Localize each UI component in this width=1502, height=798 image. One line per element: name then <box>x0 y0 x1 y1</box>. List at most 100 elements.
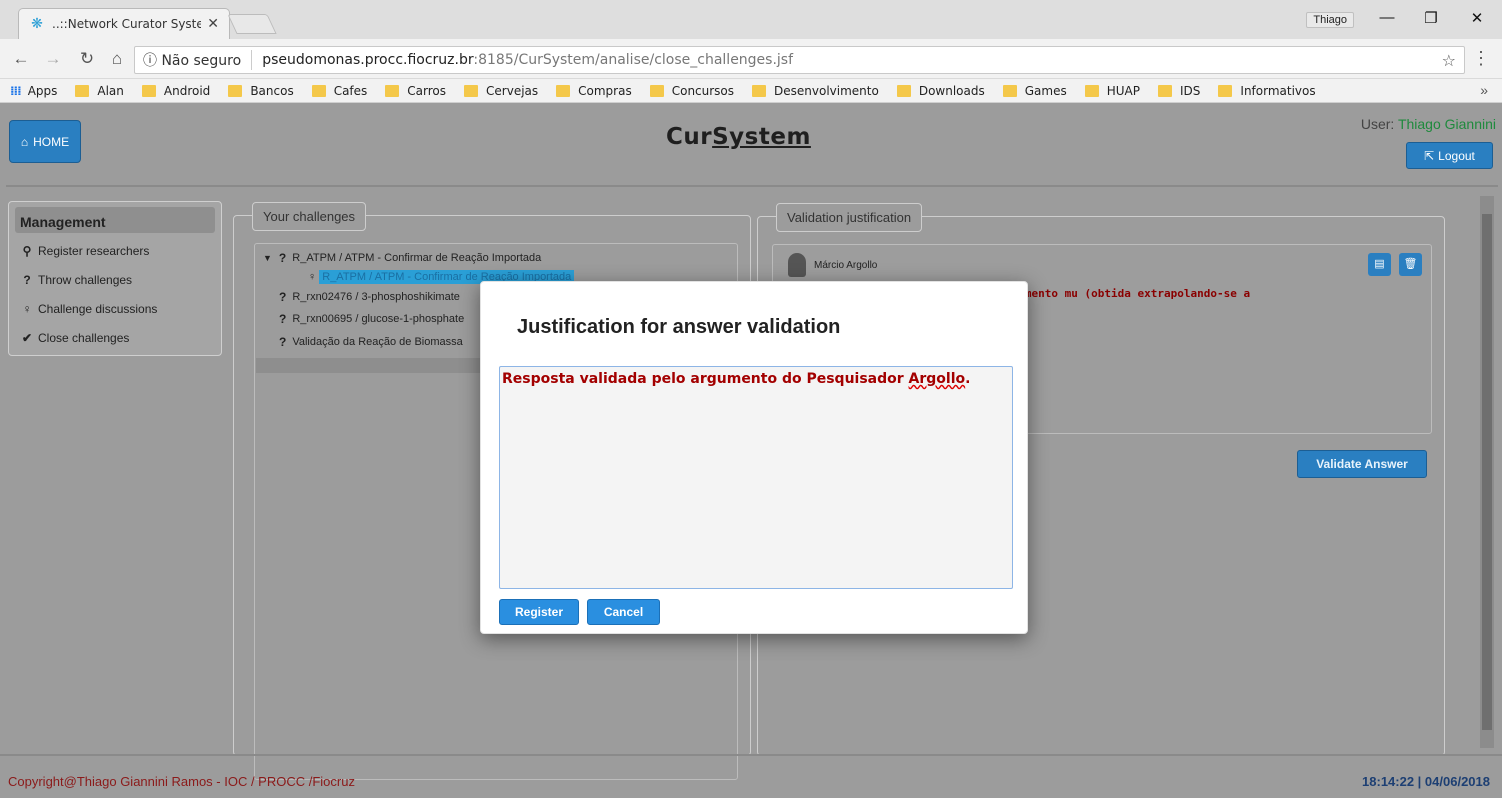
address-bar[interactable]: ⓘ Não seguro pseudomonas.procc.fiocruz.b… <box>134 46 1465 74</box>
expand-triangle-icon[interactable]: ▼ <box>263 253 272 263</box>
bookmark-label: Cervejas <box>486 83 539 98</box>
bookmark-folder[interactable]: Downloads <box>896 84 985 98</box>
bookmark-apps[interactable]: ⁞⁞⁞ Apps <box>10 84 57 98</box>
avatar <box>788 253 806 277</box>
author-name: Márcio Argollo <box>814 259 878 271</box>
tree-node[interactable]: ▼? R_ATPM / ATPM - Confirmar de Reação Im… <box>263 251 541 265</box>
user-prefix: User: <box>1360 116 1398 132</box>
tree-node-label: R_rxn00695 / glucose-1-phosphate <box>292 313 465 325</box>
comment-icon[interactable]: ▤ <box>1368 253 1391 276</box>
bookmark-label: Carros <box>407 83 447 98</box>
bookmark-folder[interactable]: Carros <box>385 84 446 98</box>
house-icon: ⌂ <box>20 134 29 149</box>
apps-grid-icon: ⁞⁞⁞ <box>10 83 22 98</box>
sidebar-item-challenge-discussions[interactable]: ♀ Challenge discussions <box>9 291 221 320</box>
folder-icon <box>1002 84 1017 97</box>
validate-answer-button[interactable]: Validate Answer <box>1297 450 1427 478</box>
browser-tab-bar: ❋ ..::Network Curator Syster ✕ Thiago — … <box>0 0 1502 39</box>
browser-tab[interactable]: ❋ ..::Network Curator Syster ✕ <box>18 8 230 39</box>
sidebar-item-close-challenges[interactable]: ✔ Close challenges <box>9 320 221 349</box>
tree-node[interactable]: ? R_rxn00695 / glucose-1-phosphate <box>279 312 464 326</box>
question-icon: ? <box>279 290 287 304</box>
bookmark-label: Compras <box>578 83 632 98</box>
bookmark-folder[interactable]: Cafes <box>311 83 368 98</box>
bookmark-folder[interactable]: Concursos <box>649 84 734 98</box>
folder-icon <box>1084 84 1099 97</box>
bookmark-folder[interactable]: HUAP <box>1084 84 1140 98</box>
sidebar-item-label: Challenge discussions <box>38 301 158 316</box>
sidebar-item-throw-challenges[interactable]: ? Throw challenges <box>9 262 221 291</box>
new-tab-button[interactable] <box>227 14 277 34</box>
url-text[interactable]: pseudomonas.procc.fiocruz.br:8185/CurSys… <box>252 52 793 68</box>
management-sidebar: Management ⚲ Register researchers ? Throw … <box>8 201 222 356</box>
user-name: Thiago Giannini <box>1397 116 1496 132</box>
logo-text-left: Cur <box>666 124 713 150</box>
bookmark-label: Informativos <box>1240 83 1316 98</box>
browser-menu-icon[interactable]: ⋮ <box>1472 48 1490 69</box>
textarea-text-end: . <box>965 371 971 387</box>
logo-text-right: System <box>712 124 811 150</box>
bookmark-folder[interactable]: Cervejas <box>464 84 538 98</box>
bookmark-folder[interactable]: Informativos <box>1218 83 1316 98</box>
restore-icon[interactable]: ❐ <box>1416 9 1446 29</box>
url-path: :8185/CurSystem/analise/close_challenges… <box>473 52 794 68</box>
author: Márcio Argollo <box>788 253 877 277</box>
external-link-icon: ⇱ <box>1424 148 1435 163</box>
security-indicator[interactable]: ⓘ Não seguro <box>135 50 253 70</box>
bookmark-label: IDS <box>1180 83 1201 98</box>
bookmark-label: Desenvolvimento <box>774 83 879 98</box>
cancel-button[interactable]: Cancel <box>587 599 660 625</box>
question-icon: ? <box>278 251 287 265</box>
trash-icon[interactable]: 🗑 <box>1399 253 1422 276</box>
bookmark-folder[interactable]: Compras <box>556 84 632 98</box>
spellcheck-flagged-word: Argollo <box>908 371 966 387</box>
bookmark-folder[interactable]: IDS <box>1158 84 1200 98</box>
check-icon: ✔ <box>21 330 33 345</box>
home-icon[interactable]: ⌂ <box>106 49 128 69</box>
tab-title: ..::Network Curator Syster <box>52 17 202 31</box>
bookmark-label: Bancos <box>250 83 294 98</box>
scrollbar-thumb[interactable] <box>1482 214 1492 730</box>
register-button[interactable]: Register <box>499 599 579 625</box>
home-button[interactable]: ⌂ HOME <box>9 120 81 163</box>
folder-icon <box>385 84 400 97</box>
tab-close-icon[interactable]: ✕ <box>207 16 219 32</box>
logout-button[interactable]: ⇱ Logout <box>1406 142 1493 169</box>
sidebar-item-label: Close challenges <box>38 330 130 345</box>
tree-horizontal-scrollbar[interactable] <box>256 358 486 373</box>
bookmark-folder[interactable]: Bancos <box>228 83 294 98</box>
window-close-icon[interactable]: ✕ <box>1462 9 1492 29</box>
justification-textarea[interactable]: Resposta validada pelo argumento do Pesq… <box>499 366 1013 589</box>
reload-icon[interactable]: ↻ <box>76 49 98 69</box>
tree-node-label: Validação da Reação de Biomassa <box>292 336 463 348</box>
bookmark-folder[interactable]: Android <box>141 84 210 98</box>
tree-node[interactable]: ? R_rxn02476 / 3-phosphoshikimate <box>279 290 460 304</box>
window-user-badge[interactable]: Thiago <box>1306 12 1354 28</box>
page-vertical-scrollbar[interactable] <box>1480 196 1494 748</box>
folder-icon <box>752 84 767 97</box>
justification-legend: Validation justification <box>776 203 923 232</box>
tree-node-label: R_rxn02476 / 3-phosphoshikimate <box>292 291 460 303</box>
sidebar-item-register-researchers[interactable]: ⚲ Register researchers <box>9 233 221 262</box>
bookmark-label: Cafes <box>333 83 368 98</box>
forward-icon[interactable]: → <box>42 49 64 69</box>
bookmark-folder[interactable]: Games <box>1002 83 1067 98</box>
bookmarks-bar: ⁞⁞⁞ Apps Alan Android Bancos Cafes Carros… <box>0 79 1502 103</box>
bookmark-folder[interactable]: Alan <box>75 84 124 98</box>
bookmark-label: Games <box>1024 83 1067 98</box>
bookmark-folder[interactable]: Desenvolvimento <box>752 84 879 98</box>
bookmarks-overflow-icon[interactable]: » <box>1480 82 1488 98</box>
folder-icon <box>556 84 571 97</box>
bookmark-star-icon[interactable]: ☆ <box>1442 51 1456 70</box>
tree-node-label: R_ATPM / ATPM - Confirmar de Reação Impo… <box>292 252 542 264</box>
footer-divider <box>0 754 1502 756</box>
textarea-text: Resposta validada pelo argumento do Pesq… <box>502 371 909 387</box>
tree-node[interactable]: ? Validação da Reação de Biomassa <box>279 335 463 349</box>
app-header: ⌂ HOME CurSystem User: Thiago Giannini ⇱… <box>0 104 1502 184</box>
network-favicon-icon: ❋ <box>31 16 43 32</box>
folder-icon <box>228 84 243 97</box>
question-icon: ? <box>279 312 287 326</box>
minimize-icon[interactable]: — <box>1372 9 1402 29</box>
back-icon[interactable]: ← <box>10 49 32 69</box>
cursystem-logo: CurSystem <box>666 124 811 150</box>
